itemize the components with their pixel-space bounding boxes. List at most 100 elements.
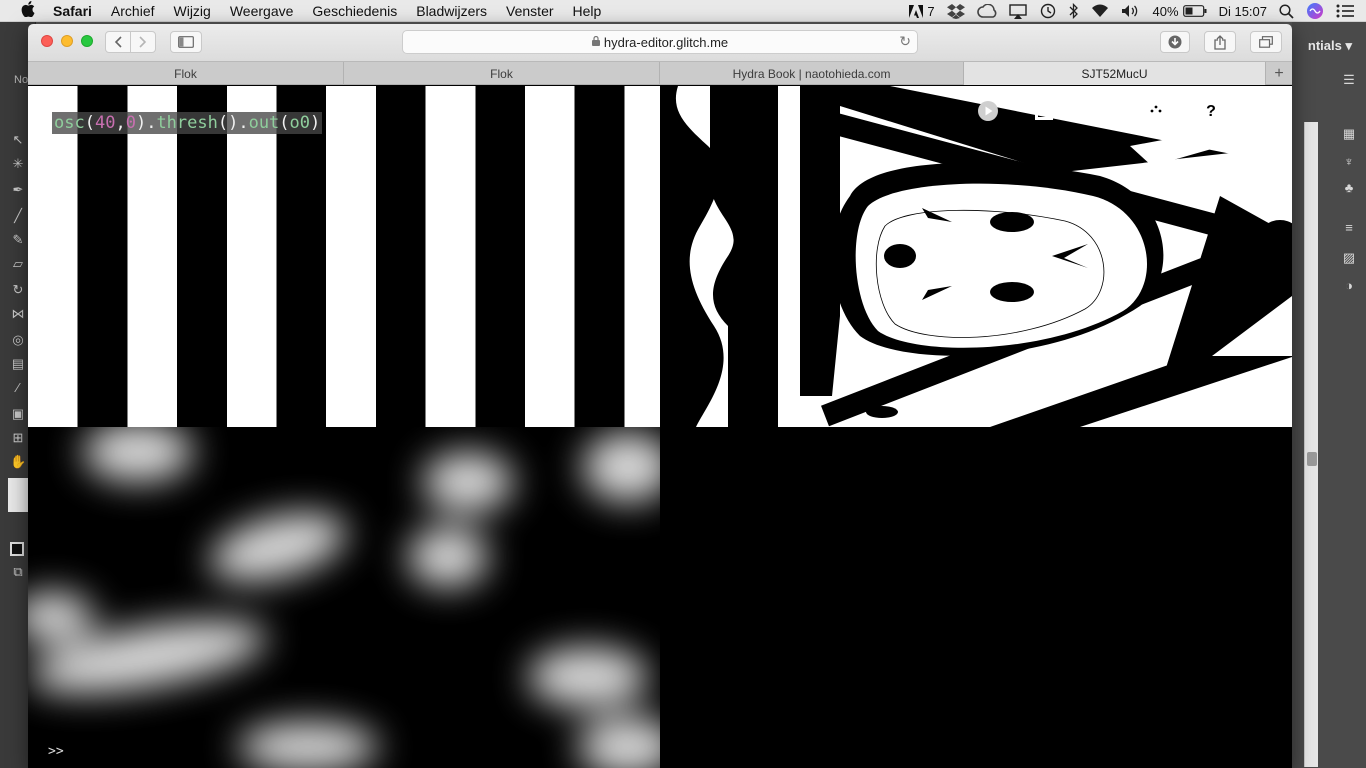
brushes-panel-icon[interactable]: ♆ xyxy=(1340,154,1358,172)
battery-status[interactable]: 40% xyxy=(1153,4,1207,19)
tab-hydra-editor[interactable]: SJT52MucU xyxy=(964,62,1266,85)
plus-icon: + xyxy=(1274,64,1284,82)
menu-bladwijzers[interactable]: Bladwijzers xyxy=(416,3,487,19)
lock-icon xyxy=(591,35,600,49)
airplay-icon[interactable] xyxy=(1008,3,1027,19)
upload-icon[interactable] xyxy=(1032,100,1056,124)
dice-icon[interactable] xyxy=(1144,100,1168,124)
creative-cloud-icon[interactable] xyxy=(976,4,997,18)
battery-icon xyxy=(1182,5,1207,17)
address-bar[interactable]: hydra-editor.glitch.me ↻ xyxy=(402,30,918,54)
tab-label: Hydra Book | naotohieda.com xyxy=(732,66,891,81)
magic-wand-icon[interactable]: ✳ xyxy=(10,156,26,172)
time-machine-icon[interactable] xyxy=(1039,3,1057,19)
play-icon[interactable] xyxy=(976,100,1000,124)
swatches-panel-icon[interactable]: ▦ xyxy=(1340,126,1358,144)
gradient-panel-icon[interactable]: ▨ xyxy=(1340,250,1358,268)
tab-flok-1[interactable]: Flok xyxy=(28,62,344,85)
minimize-window-button[interactable] xyxy=(61,35,73,47)
code-token: ( xyxy=(84,113,95,133)
tab-flok-2[interactable]: Flok xyxy=(344,62,660,85)
panel-scrollbar-thumb[interactable] xyxy=(1307,452,1317,466)
downloads-button[interactable] xyxy=(1160,31,1190,53)
menu-bar-status: 7 40% Di 15:07 xyxy=(909,0,1366,22)
graph-tool-icon[interactable]: ▤ xyxy=(10,356,26,372)
tab-hydra-book[interactable]: Hydra Book | naotohieda.com xyxy=(660,62,964,85)
tab-overview-button[interactable] xyxy=(1250,31,1282,53)
panel-scrollbar[interactable] xyxy=(1304,122,1318,767)
menu-geschiedenis[interactable]: Geschiedenis xyxy=(312,3,397,19)
code-token: out xyxy=(248,113,280,133)
menu-wijzig[interactable]: Wijzig xyxy=(174,3,211,19)
adobe-cc-status[interactable]: 7 xyxy=(909,4,935,19)
pen-tool-icon[interactable]: ✒ xyxy=(10,182,26,198)
tab-label: Flok xyxy=(490,66,513,81)
eyedropper-tool-icon[interactable]: ⁄ xyxy=(10,380,26,396)
workspace-switcher[interactable]: ntials ▾ xyxy=(1308,38,1352,54)
close-window-button[interactable] xyxy=(41,35,53,47)
stroke-panel-icon[interactable]: ≡ xyxy=(1340,220,1358,238)
width-tool-icon[interactable]: ⋈ xyxy=(10,306,26,322)
wifi-icon[interactable] xyxy=(1091,4,1109,18)
menu-help[interactable]: Help xyxy=(573,3,602,19)
bluetooth-icon[interactable] xyxy=(1069,3,1079,19)
hydra-canvas[interactable]: osc(40,0).thresh().out(o0) ? >> xyxy=(28,86,1292,768)
battery-percent: 40% xyxy=(1152,3,1179,19)
window-toolbar: hydra-editor.glitch.me ↻ xyxy=(28,24,1292,61)
code-token: ) xyxy=(310,113,321,133)
spotlight-icon[interactable] xyxy=(1279,3,1294,19)
selection-tool-icon[interactable]: ↖ xyxy=(10,132,26,148)
help-icon[interactable]: ? xyxy=(1200,101,1222,123)
share-button[interactable] xyxy=(1204,31,1236,53)
url-text: hydra-editor.glitch.me xyxy=(603,34,729,50)
illustrator-panels: ntials ▾ ☰ ▦ ♆ ♣ ≡ ▨ ◑ xyxy=(1292,22,1366,768)
reload-icon[interactable]: ↻ xyxy=(899,33,911,50)
chevron-left-icon xyxy=(114,36,122,48)
notification-center-icon[interactable] xyxy=(1336,4,1354,18)
transparency-panel-icon[interactable]: ◑ xyxy=(1340,278,1358,296)
menu-archief[interactable]: Archief xyxy=(111,3,155,19)
volume-icon[interactable] xyxy=(1121,4,1141,18)
apple-menu-icon[interactable] xyxy=(19,1,37,20)
tab-bar: Flok Flok Hydra Book | naotohieda.com SJ… xyxy=(28,61,1292,85)
forward-button[interactable] xyxy=(130,31,156,53)
fullscreen-window-button[interactable] xyxy=(81,35,93,47)
eraser-tool-icon[interactable]: ▱ xyxy=(10,256,26,272)
line-tool-icon[interactable]: ╱ xyxy=(10,208,26,224)
fill-stroke-swatch[interactable] xyxy=(8,478,28,512)
new-tab-button[interactable]: + xyxy=(1266,62,1292,85)
menu-weergave[interactable]: Weergave xyxy=(230,3,294,19)
sidebar-icon xyxy=(178,36,194,48)
rotate-tool-icon[interactable]: ↻ xyxy=(10,282,26,298)
code-token: 0 xyxy=(125,113,136,133)
share-icon xyxy=(1214,34,1226,50)
back-button[interactable] xyxy=(105,31,131,53)
tab-label: Flok xyxy=(174,66,197,81)
download-icon xyxy=(1168,35,1182,49)
sidebar-toggle-button[interactable] xyxy=(170,31,202,53)
output-o1-preview xyxy=(660,86,1292,427)
screen-mode-icon[interactable]: ⧉ xyxy=(10,564,26,580)
artboard-tool-icon[interactable]: ▣ xyxy=(10,406,26,422)
trash-icon[interactable] xyxy=(1088,100,1112,124)
dropbox-icon[interactable] xyxy=(946,3,965,19)
draw-mode-icon[interactable] xyxy=(10,542,24,556)
console-prompt[interactable]: >> xyxy=(48,744,64,759)
brush-tool-icon[interactable]: ✎ xyxy=(10,232,26,248)
code-token: , xyxy=(115,113,126,133)
shape-builder-icon[interactable]: ◎ xyxy=(10,332,26,348)
code-token: 40 xyxy=(94,113,116,133)
symbols-panel-icon[interactable]: ♣ xyxy=(1340,180,1358,198)
safari-window: hydra-editor.glitch.me ↻ Flok Flok Hydra… xyxy=(28,24,1292,768)
hand-tool-icon[interactable]: ✋ xyxy=(10,454,26,470)
code-editor[interactable]: osc(40,0).thresh().out(o0) xyxy=(52,112,323,134)
menu-venster[interactable]: Venster xyxy=(506,3,553,19)
menu-app-safari[interactable]: Safari xyxy=(53,3,92,19)
siri-icon[interactable] xyxy=(1306,2,1324,20)
slice-tool-icon[interactable]: ⊞ xyxy=(10,430,26,446)
panel-menu-icon[interactable]: ☰ xyxy=(1340,72,1358,90)
code-token: ( xyxy=(279,113,290,133)
code-token: ). xyxy=(135,113,157,133)
tab-label: SJT52MucU xyxy=(1081,66,1148,81)
clock[interactable]: Di 15:07 xyxy=(1219,4,1267,19)
